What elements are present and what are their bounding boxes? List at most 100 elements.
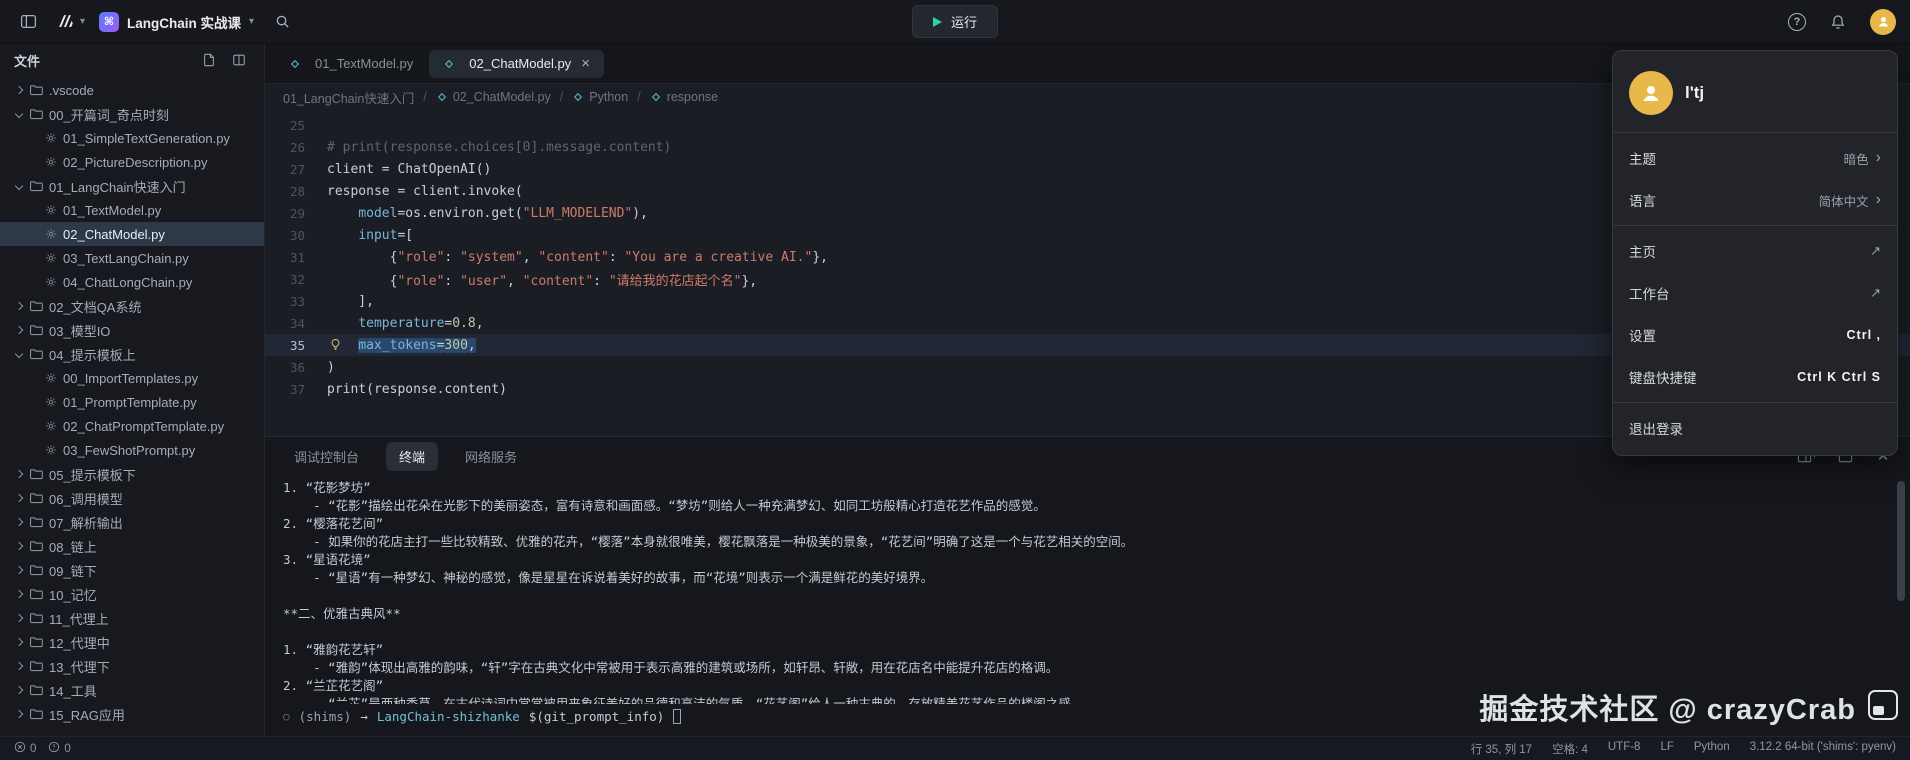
tree-file[interactable]: 03_TextLangChain.py — [0, 246, 264, 270]
breadcrumb-item[interactable]: 01_LangChain快速入门 — [283, 88, 414, 107]
python-file-icon — [45, 204, 57, 216]
tree-folder[interactable]: 11_代理上 — [0, 606, 264, 630]
status-eol[interactable]: LF — [1660, 741, 1673, 757]
panel-tab-network-service[interactable]: 网络服务 — [452, 442, 530, 471]
chevron-right-icon — [12, 539, 26, 553]
tree-file[interactable]: 02_ChatPromptTemplate.py — [0, 414, 264, 438]
folder-icon — [29, 659, 43, 673]
menu-item-logout[interactable]: 退出登录 — [1613, 407, 1897, 449]
tree-item-label: 09_链下 — [49, 563, 97, 579]
status-warning-circle[interactable]: 0 — [48, 741, 71, 756]
tree-folder[interactable]: 07_解析输出 — [0, 510, 264, 534]
tree-file[interactable]: 03_FewShotPrompt.py — [0, 438, 264, 462]
terminal-output[interactable]: 1. “花影梦坊” - “花影”描绘出花朵在光影下的美丽姿态，富有诗意和画面感。… — [265, 475, 1910, 704]
tree-item-label: 01_TextModel.py — [63, 202, 162, 218]
chevron-right-icon — [12, 683, 26, 697]
project-switcher[interactable]: ⌘ LangChain 实战课 ▾ — [99, 11, 254, 32]
status-bar: 00 行 35, 列 17 空格: 4 UTF-8 LF Python 3.12.2 64… — [0, 736, 1910, 760]
tree-file[interactable]: 00_ImportTemplates.py — [0, 366, 264, 390]
tree-folder[interactable]: 02_文档QA系统 — [0, 294, 264, 318]
editor-tab-0[interactable]: 01_TextModel.py — [275, 50, 427, 78]
tree-item-label: 03_TextLangChain.py — [63, 250, 189, 266]
app-logo[interactable]: ▾ — [56, 12, 85, 31]
tree-folder[interactable]: 03_模型IO — [0, 318, 264, 342]
menu-item-settings[interactable]: 设置 Ctrl , — [1613, 314, 1897, 356]
status-indentation[interactable]: 空格: 4 — [1552, 741, 1588, 757]
panel-tabs-list: 调试控制台 终端 网络服务 — [281, 441, 530, 471]
breadcrumb-item[interactable]: 02_ChatModel.py — [436, 90, 551, 104]
tree-item-label: 00_ImportTemplates.py — [63, 370, 199, 386]
breadcrumb-item[interactable]: response — [650, 90, 718, 104]
status-encoding[interactable]: UTF-8 — [1608, 741, 1641, 757]
tree-file[interactable]: 01_SimpleTextGeneration.py — [0, 126, 264, 150]
tree-folder[interactable]: 14_工具 — [0, 678, 264, 702]
avatar[interactable] — [1870, 8, 1896, 35]
status-error-circle[interactable]: 0 — [14, 741, 36, 756]
tree-file[interactable]: 02_PictureDescription.py — [0, 150, 264, 174]
chevron-right-icon: › — [1875, 149, 1881, 166]
line-number: 31 — [289, 249, 305, 265]
folder-icon — [29, 515, 43, 529]
tree-folder[interactable]: 12_代理中 — [0, 630, 264, 654]
menu-item-label: 工作台 — [1629, 287, 1670, 302]
panel-tab-debug-console[interactable]: 调试控制台 — [281, 442, 372, 471]
menu-item-label: 设置 — [1629, 329, 1656, 344]
notifications-bell-icon[interactable] — [1824, 8, 1852, 36]
ide-window: ▾ ⌘ LangChain 实战课 ▾ 运行 ? 文件 .vscode 00_开… — [0, 0, 1910, 760]
python-file-icon — [45, 156, 57, 168]
menu-item-home[interactable]: 主页 ↗ — [1613, 230, 1897, 272]
tree-folder[interactable]: .vscode — [0, 78, 264, 102]
status-cursor-position[interactable]: 行 35, 列 17 — [1471, 741, 1532, 757]
tree-folder[interactable]: 01_LangChain快速入门 — [0, 174, 264, 198]
tree-folder[interactable]: 09_链下 — [0, 558, 264, 582]
editor-tab-1[interactable]: 02_ChatModel.py × — [429, 49, 604, 78]
tree-item-label: 14_工具 — [49, 683, 97, 699]
breadcrumb-label: 01_LangChain快速入门 — [283, 91, 415, 106]
search-icon[interactable] — [268, 8, 296, 36]
help-icon[interactable]: ? — [1788, 12, 1806, 31]
split-explorer-icon[interactable] — [228, 49, 250, 71]
menu-item-theme[interactable]: 主题 暗色 › — [1613, 137, 1897, 179]
close-tab-icon[interactable]: × — [581, 56, 590, 71]
menu-item-keyboard-shortcuts[interactable]: 键盘快捷键 Ctrl K Ctrl S — [1613, 356, 1897, 398]
folder-icon — [29, 491, 43, 505]
sidebar-toggle-icon[interactable] — [14, 8, 42, 36]
tree-folder[interactable]: 15_RAG应用 — [0, 702, 264, 726]
tree-folder[interactable]: 05_提示模板下 — [0, 462, 264, 486]
folder-icon — [29, 467, 43, 481]
lightbulb-icon[interactable] — [329, 338, 342, 355]
breadcrumb-item[interactable]: Python — [572, 90, 628, 104]
tree-folder[interactable]: 06_调用模型 — [0, 486, 264, 510]
chevron-right-icon — [12, 299, 26, 313]
chevron-right-icon — [12, 83, 26, 97]
tree-folder[interactable]: 04_提示模板上 — [0, 342, 264, 366]
python-file-icon — [443, 58, 455, 70]
chevron-right-icon — [12, 515, 26, 529]
new-file-icon[interactable] — [198, 49, 220, 71]
tree-file[interactable]: 04_ChatLongChain.py — [0, 270, 264, 294]
status-python-interpreter[interactable]: 3.12.2 64-bit ('shims': pyenv) — [1750, 741, 1896, 757]
chevron-down-icon: ▾ — [80, 15, 86, 27]
line-number: 25 — [289, 117, 305, 133]
tree-file[interactable]: 02_ChatModel.py — [0, 222, 264, 246]
tree-file[interactable]: 01_PromptTemplate.py — [0, 390, 264, 414]
run-button[interactable]: 运行 — [911, 5, 999, 38]
popout-terminal-icon[interactable] — [1868, 690, 1898, 720]
menu-item-workbench[interactable]: 工作台 ↗ — [1613, 272, 1897, 314]
terminal-line: 1. “花影梦坊” — [283, 480, 371, 495]
tree-folder[interactable]: 00_开篇词_奇点时刻 — [0, 102, 264, 126]
tree-folder[interactable]: 13_代理下 — [0, 654, 264, 678]
project-icon: ⌘ — [99, 11, 120, 32]
terminal-line: 2. “樱落花艺间” — [283, 516, 384, 531]
tree-file[interactable]: 01_TextModel.py — [0, 198, 264, 222]
panel-tab-terminal[interactable]: 终端 — [386, 441, 439, 471]
tree-folder[interactable]: 10_记忆 — [0, 582, 264, 606]
tree-folder[interactable]: 08_链上 — [0, 534, 264, 558]
python-file-icon — [572, 91, 584, 103]
python-file-icon — [45, 132, 57, 144]
menu-item-language[interactable]: 语言 简体中文 › — [1613, 179, 1897, 221]
terminal-scrollbar[interactable] — [1897, 481, 1905, 601]
line-number: 32 — [289, 271, 305, 287]
status-language-mode[interactable]: Python — [1694, 741, 1730, 757]
